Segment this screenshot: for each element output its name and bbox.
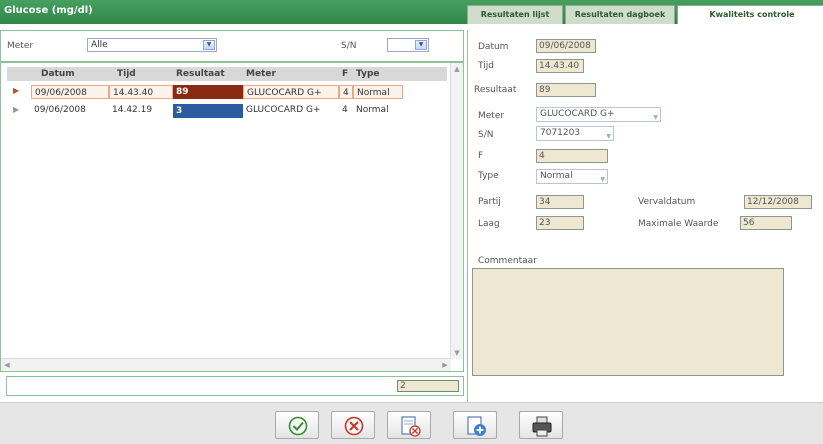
datum-field[interactable]: 09/06/2008 (536, 39, 596, 53)
tab-resultaten-lijst[interactable]: Resultaten lijst (467, 5, 563, 24)
bottom-toolbar (0, 402, 823, 444)
title-bar: Glucose (mg/dl) Resultaten lijst Resulta… (0, 0, 823, 24)
datum-label: Datum (478, 42, 509, 52)
laag-field[interactable]: 23 (536, 216, 584, 230)
delete-doc-icon (401, 416, 421, 437)
tijd-label: Tijd (478, 61, 494, 71)
resultaat-field[interactable]: 89 (536, 83, 596, 97)
delete-document-button[interactable] (387, 411, 431, 439)
meter-filter-label: Meter (7, 41, 34, 51)
print-icon (532, 416, 552, 437)
header-datum[interactable]: Datum (31, 67, 109, 81)
filter-bar: Meter Alle ▼ S/N ▼ (0, 30, 464, 62)
cancel-button[interactable] (331, 411, 375, 439)
partij-label: Partij (478, 197, 501, 207)
chevron-down-icon[interactable]: ▼ (203, 40, 215, 50)
cell-tijd: 14.43.40 (109, 85, 173, 99)
new-doc-icon (467, 416, 486, 436)
scroll-down-icon[interactable]: ▼ (451, 347, 463, 359)
cell-datum: 09/06/2008 (34, 105, 86, 115)
grid-header: Datum Tijd Resultaat Meter F Type (7, 67, 447, 81)
chevron-down-icon[interactable]: ▼ (600, 173, 605, 186)
sn-select-value: 7071203 (540, 128, 581, 138)
meter-filter-value: Alle (91, 40, 108, 50)
detail-panel: Datum 09/06/2008 Tijd 14.43.40 Resultaat… (467, 30, 823, 402)
cancel-icon (344, 416, 364, 436)
cell-type: Normal (356, 105, 389, 115)
cell-resultaat: 89 (173, 85, 243, 99)
row-pointer-icon: ▶ (13, 105, 20, 114)
meter-select[interactable]: GLUCOCARD G+ ▼ (536, 107, 661, 122)
meter-label: Meter (478, 111, 505, 121)
grid-table: Datum Tijd Resultaat Meter F Type ▶ 09/0… (7, 67, 447, 119)
maximale-waarde-field[interactable]: 56 (740, 216, 792, 230)
grid-status-bar: 2 (6, 376, 464, 396)
ok-button[interactable] (275, 411, 319, 439)
f-field[interactable]: 4 (536, 149, 608, 163)
meter-select-value: GLUCOCARD G+ (540, 109, 615, 119)
vertical-scrollbar[interactable]: ▲ ▼ (450, 63, 463, 359)
header-type[interactable]: Type (353, 67, 403, 81)
table-row[interactable]: ▶ 09/06/2008 14.42.19 3 GLUCOCARD G+ 4 N… (7, 103, 447, 119)
header-tijd[interactable]: Tijd (109, 67, 173, 81)
tab-kwaliteits-controle[interactable]: Kwaliteits controle (677, 5, 823, 24)
cell-meter: GLUCOCARD G+ (243, 85, 339, 99)
commentaar-label: Commentaar (478, 256, 537, 266)
scroll-up-icon[interactable]: ▲ (451, 63, 463, 75)
scroll-left-icon[interactable]: ◀ (1, 359, 13, 371)
header-meter[interactable]: Meter (243, 67, 339, 81)
f-label: F (478, 151, 484, 161)
print-button[interactable] (519, 411, 563, 439)
header-f[interactable]: F (339, 67, 353, 81)
tab-resultaten-dagboek[interactable]: Resultaten dagboek (565, 5, 675, 24)
type-label: Type (478, 171, 499, 181)
meter-filter-select[interactable]: Alle ▼ (87, 38, 217, 52)
ok-icon (288, 416, 308, 436)
resultaat-label: Resultaat (474, 85, 517, 95)
horizontal-scrollbar[interactable]: ◀ ▶ (1, 358, 451, 371)
type-select-value: Normal (540, 171, 573, 181)
partij-field[interactable]: 34 (536, 195, 584, 209)
cell-resultaat: 3 (173, 104, 243, 118)
header-resultaat[interactable]: Resultaat (173, 67, 243, 81)
header-indicator (7, 67, 31, 81)
cell-tijd: 14.42.19 (112, 105, 153, 115)
sn-select[interactable]: 7071203 ▼ (536, 126, 614, 141)
row-pointer-icon: ▶ (13, 86, 20, 95)
chevron-down-icon[interactable]: ▼ (606, 130, 611, 143)
window-title: Glucose (mg/dl) (4, 5, 93, 16)
sn-filter-label: S/N (341, 41, 357, 51)
maximale-waarde-label: Maximale Waarde (638, 219, 719, 229)
vervaldatum-label: Vervaldatum (638, 197, 696, 207)
commentaar-textarea[interactable] (472, 268, 784, 376)
tijd-field[interactable]: 14.43.40 (536, 59, 584, 73)
sn-label: S/N (478, 130, 494, 140)
results-grid: Datum Tijd Resultaat Meter F Type ▶ 09/0… (0, 62, 464, 372)
cell-meter: GLUCOCARD G+ (246, 105, 321, 115)
vervaldatum-field[interactable]: 12/12/2008 (744, 195, 812, 209)
record-count: 2 (397, 380, 459, 392)
table-row[interactable]: ▶ 09/06/2008 14.43.40 89 GLUCOCARD G+ 4 … (7, 84, 447, 100)
chevron-down-icon[interactable]: ▼ (653, 111, 658, 124)
tab-bar: Resultaten lijst Resultaten dagboek Kwal… (465, 5, 823, 24)
laag-label: Laag (478, 219, 500, 229)
new-document-button[interactable] (453, 411, 497, 439)
cell-datum: 09/06/2008 (31, 85, 109, 99)
chevron-down-icon[interactable]: ▼ (415, 40, 427, 50)
cell-f: 4 (342, 105, 348, 115)
type-select[interactable]: Normal ▼ (536, 169, 608, 184)
scroll-right-icon[interactable]: ▶ (439, 359, 451, 371)
cell-f: 4 (339, 85, 353, 99)
sn-filter-select[interactable]: ▼ (387, 38, 429, 52)
cell-type: Normal (353, 85, 403, 99)
